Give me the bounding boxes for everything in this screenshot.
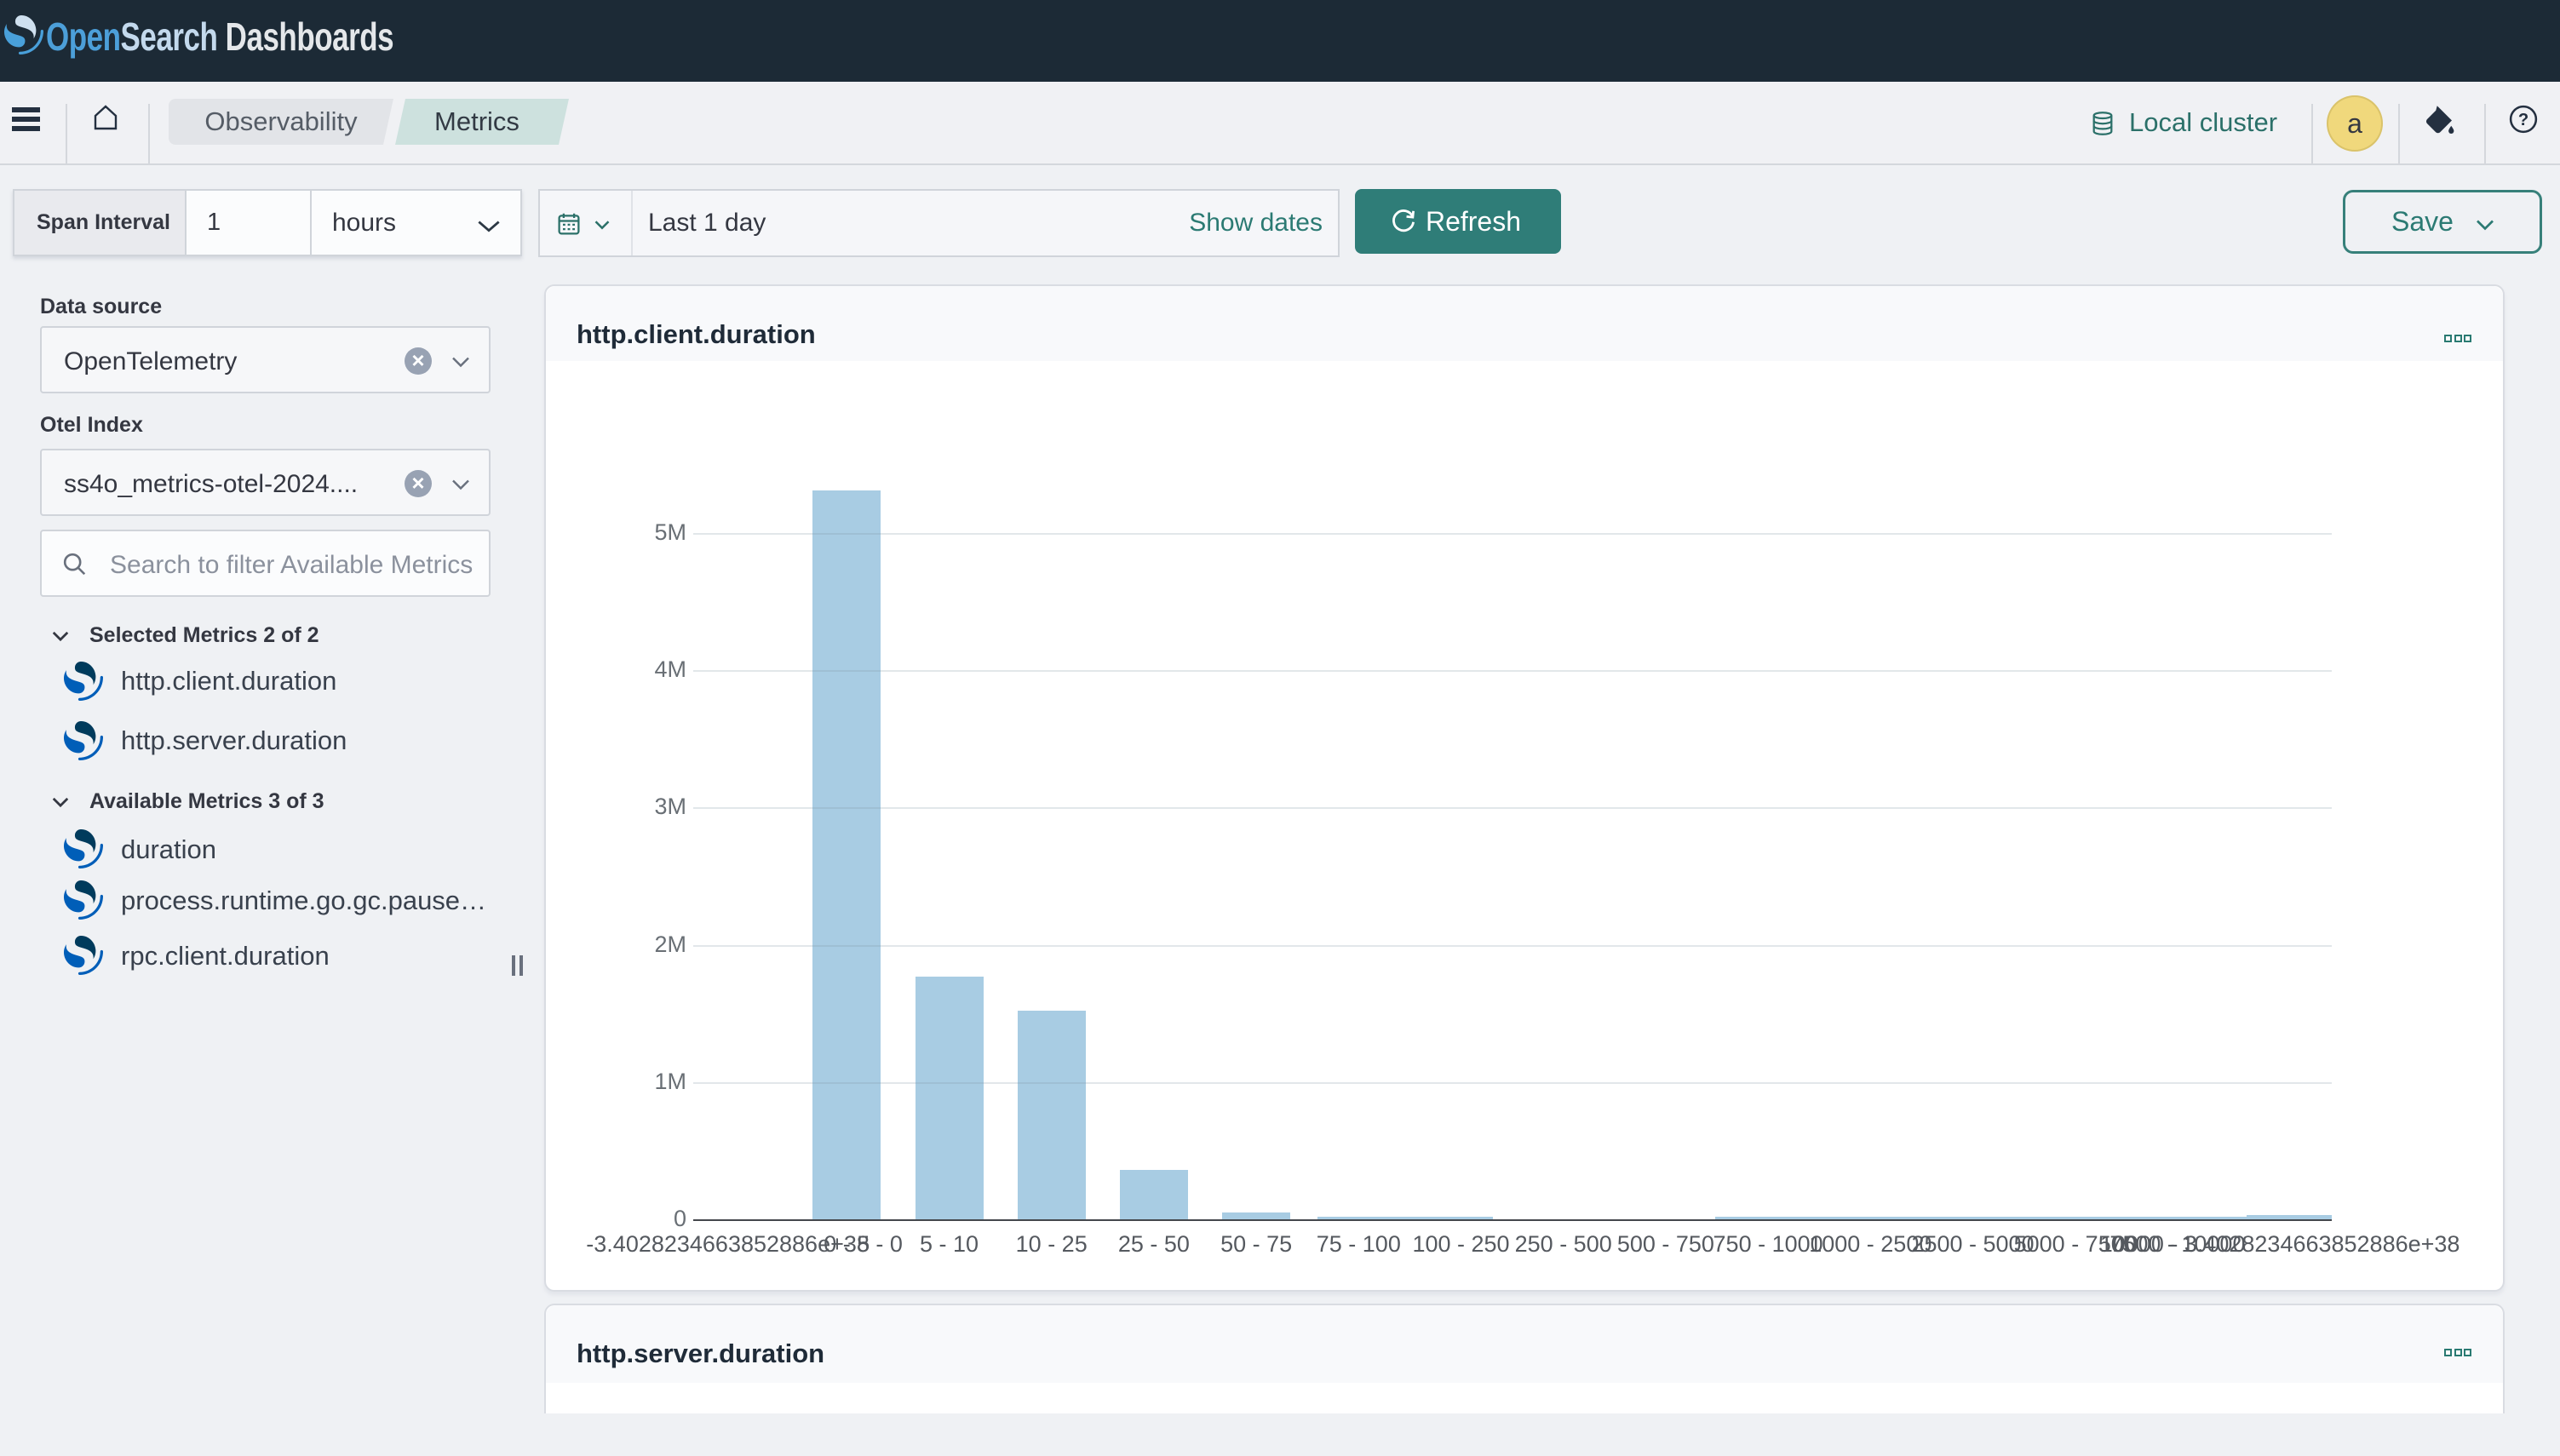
svg-text:?: ? — [2518, 111, 2528, 129]
